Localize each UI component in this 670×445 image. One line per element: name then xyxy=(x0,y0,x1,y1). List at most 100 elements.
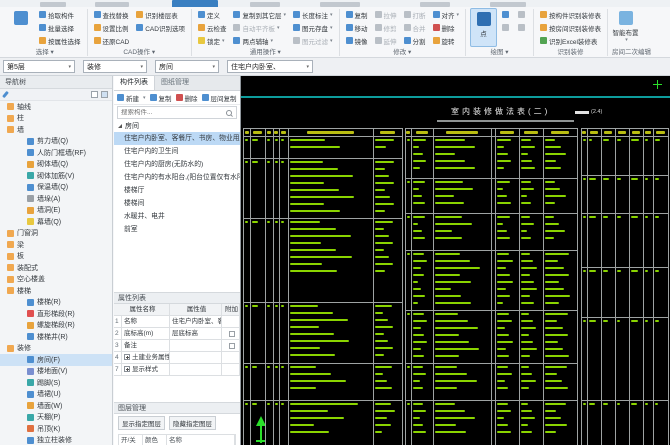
select-button[interactable] xyxy=(7,8,34,47)
auto-align-slab-button[interactable]: 自动平齐板 ▾ xyxy=(231,21,288,34)
element-save-button[interactable]: 图元存盘 ▾ xyxy=(291,21,335,34)
break-button[interactable]: 打断 xyxy=(402,8,428,21)
restore-cad-button[interactable]: 还原CAD xyxy=(92,34,132,47)
stretch-button[interactable]: 拉伸 xyxy=(373,8,399,21)
nav-item[interactable]: 空心楼盖 xyxy=(0,274,112,286)
search-input[interactable] xyxy=(118,109,225,116)
room-secondary-edit-group-label[interactable]: 房间二次编辑 xyxy=(612,47,651,57)
nav-item[interactable]: 装配式 xyxy=(0,262,112,274)
nav-item[interactable]: 螺旋梯段(R) xyxy=(0,320,112,332)
component-list-item[interactable]: 住宅户内的有水阳台,(阳台位置仅有水阳台采用) xyxy=(114,171,240,184)
cad-operations-group-label[interactable]: CAD操作 ▾ xyxy=(92,47,187,57)
batch-select-button[interactable]: 批量选择 xyxy=(37,21,83,34)
cad-viewport[interactable]: 室内装修做法表(二) (2.4) xyxy=(241,76,670,445)
component-list-item[interactable]: 住宅户内的卫生间 xyxy=(114,145,240,158)
checkbox[interactable] xyxy=(228,330,235,337)
nav-item[interactable]: 吊顶(K) xyxy=(0,423,112,435)
arc-button[interactable] xyxy=(516,8,529,21)
delete-component-button[interactable]: 删除 xyxy=(175,93,198,103)
move-button[interactable]: 移动 xyxy=(344,21,370,34)
copy-to-other-layers-button[interactable]: 复制到其它层 ▾ xyxy=(231,8,288,21)
tab-drawing-management[interactable]: 图纸管理 xyxy=(155,76,195,90)
select-group-label[interactable]: 选择 ▾ xyxy=(7,47,83,57)
merge-button[interactable]: 合并 xyxy=(402,21,428,34)
trim-button[interactable]: 修剪 xyxy=(373,21,399,34)
lock-button[interactable]: 锁定 ▾ xyxy=(196,34,229,47)
nav-item[interactable]: 装修 xyxy=(0,343,112,355)
line-button[interactable] xyxy=(500,8,513,21)
nav-item[interactable]: 墙 xyxy=(0,124,112,136)
tab-component-list[interactable]: 构件列表 xyxy=(114,76,155,90)
property-value-cell[interactable] xyxy=(170,340,222,352)
component-list-item[interactable]: 住宅户内卧室、客餐厅、书房、物业用房社区服务用房 xyxy=(114,132,240,145)
draw-group-label[interactable]: 绘图 ▾ xyxy=(470,47,529,57)
split-button[interactable]: 分割 xyxy=(402,34,428,47)
nav-item[interactable]: 天棚(P) xyxy=(0,412,112,424)
copy-component-button[interactable]: 复制 xyxy=(149,93,172,103)
nav-item[interactable]: 楼地面(V) xyxy=(0,366,112,378)
nav-item[interactable]: 踢脚(S) xyxy=(0,377,112,389)
rect-button[interactable] xyxy=(500,21,513,34)
cloud-check-button[interactable]: 云检查 xyxy=(196,21,229,34)
element-filter-button[interactable]: 图元过滤 ▾ xyxy=(291,34,335,47)
rotate-button[interactable]: 旋转 xyxy=(431,34,462,47)
modify-group-label[interactable]: 修改 ▾ xyxy=(344,47,462,57)
nav-item[interactable]: 墙洞(E) xyxy=(0,205,112,217)
expand-icon[interactable] xyxy=(124,354,130,360)
current-component-dropdown[interactable]: 住宅户内卧室、 ▾ xyxy=(227,60,313,73)
tile-view-icon[interactable] xyxy=(101,91,108,98)
nav-item[interactable]: 保温墙(Q) xyxy=(0,182,112,194)
nav-item[interactable]: 房间(F) xyxy=(0,354,112,366)
identify-decor-by-room-button[interactable]: 按房间识别装修表 xyxy=(538,21,603,34)
property-value-cell[interactable]: 层底标高 xyxy=(170,328,222,340)
component-type-dropdown[interactable]: 房间 ▾ xyxy=(155,60,219,73)
nav-item[interactable]: 墙垛(A) xyxy=(0,193,112,205)
new-button[interactable]: 新建 ▾ xyxy=(117,93,146,103)
component-group-row[interactable]: 房间 xyxy=(114,120,240,132)
copy-button[interactable]: 复制 xyxy=(344,8,370,21)
nav-item[interactable]: 门窗洞 xyxy=(0,228,112,240)
circle-button[interactable] xyxy=(516,21,529,34)
show-specified-layers-button[interactable]: 显示指定图层 xyxy=(118,416,165,430)
interlayer-copy-button[interactable]: 层间复制 xyxy=(201,93,237,103)
set-scale-button[interactable]: 设置比例 xyxy=(92,21,132,34)
component-list-item[interactable]: 楼梯间 xyxy=(114,197,240,210)
two-point-aux-axis-button[interactable]: 两点辅轴 ▾ xyxy=(231,34,288,47)
list-view-icon[interactable] xyxy=(91,91,98,98)
nav-item[interactable]: 楼梯井(R) xyxy=(0,331,112,343)
component-list-item[interactable]: 水暖井、电井 xyxy=(114,210,240,223)
find-replace-button[interactable]: 查找替换 xyxy=(92,8,132,21)
property-value-cell[interactable] xyxy=(170,364,222,376)
component-list-item[interactable]: 住宅户内的厨房(无防水的) xyxy=(114,158,240,171)
category-dropdown[interactable]: 装修 ▾ xyxy=(83,60,147,73)
mirror-button[interactable]: 镜像 xyxy=(344,34,370,47)
delete-button[interactable]: 删除 xyxy=(431,21,462,34)
general-operations-group-label[interactable]: 通用操作 ▾ xyxy=(196,47,335,57)
nav-item[interactable]: 人防门框墙(RF) xyxy=(0,147,112,159)
pick-component-button[interactable]: 拾取构件 xyxy=(37,8,83,21)
nav-item[interactable]: 砌体加筋(V) xyxy=(0,170,112,182)
smart-layout-button[interactable]: 智能布置 ▾ xyxy=(612,8,639,47)
nav-item[interactable]: 轴线 xyxy=(0,101,112,113)
define-button[interactable]: 定义 xyxy=(196,8,229,21)
align-button[interactable]: 对齐 ▾ xyxy=(431,8,462,21)
identify-floor-table-button[interactable]: 识别楼层表 xyxy=(134,8,187,21)
point-button[interactable]: 点 xyxy=(470,8,498,47)
nav-item[interactable]: 独立柱装修 xyxy=(0,435,112,445)
component-list-item[interactable]: 楼梯厅 xyxy=(114,184,240,197)
length-annotation-button[interactable]: 长度标注 ▾ xyxy=(291,8,335,21)
nav-item[interactable]: 幕墙(Q) xyxy=(0,216,112,228)
extend-button[interactable]: 延伸 xyxy=(373,34,399,47)
nav-item[interactable]: 墙裙(U) xyxy=(0,389,112,401)
nav-item[interactable]: 梁 xyxy=(0,239,112,251)
nav-item[interactable]: 楼梯 xyxy=(0,285,112,297)
nav-item[interactable]: 直形梯段(R) xyxy=(0,308,112,320)
nav-item[interactable]: 剪力墙(Q) xyxy=(0,136,112,148)
nav-item[interactable]: 板 xyxy=(0,251,112,263)
floor-dropdown[interactable]: 第5层 ▾ xyxy=(3,60,75,73)
select-by-property-button[interactable]: 按属性选择 xyxy=(37,34,83,47)
nav-item[interactable]: 柱 xyxy=(0,113,112,125)
nav-item[interactable]: 楼梯(R) xyxy=(0,297,112,309)
property-value-cell[interactable]: 住宅户内卧室、客餐厅, ... xyxy=(170,316,222,328)
nav-item[interactable]: 墙面(W) xyxy=(0,400,112,412)
